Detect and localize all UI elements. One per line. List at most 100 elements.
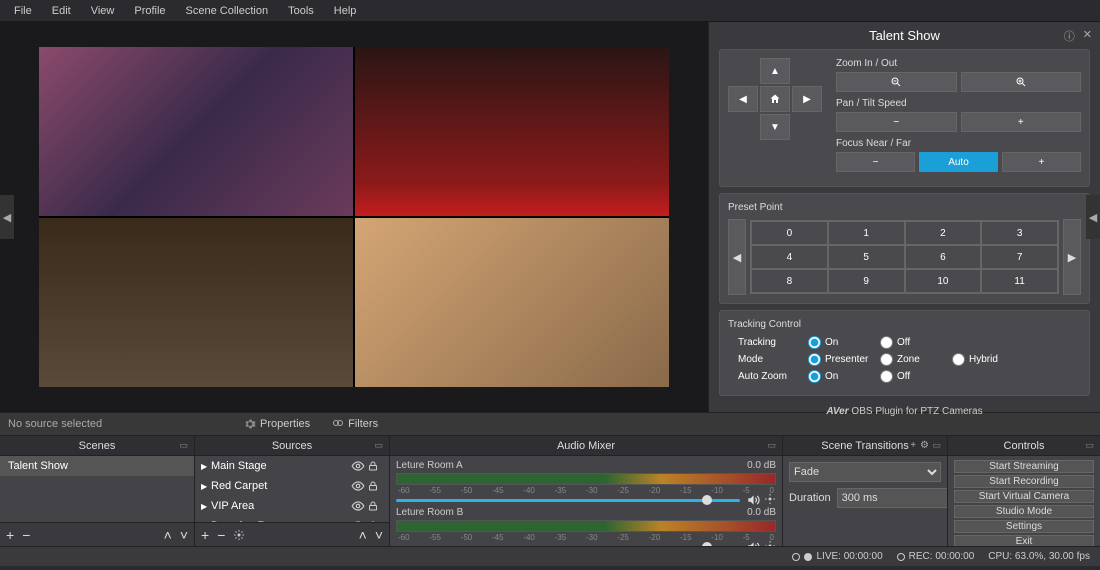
- menu-scene-collection[interactable]: Scene Collection: [178, 3, 277, 19]
- menu-help[interactable]: Help: [326, 3, 365, 19]
- zoom-out-button[interactable]: [836, 72, 957, 92]
- transition-select[interactable]: Fade: [789, 462, 941, 482]
- dpad-right-button[interactable]: ▶: [792, 86, 822, 112]
- menu-file[interactable]: File: [6, 3, 40, 19]
- dpad-up-button[interactable]: ▲: [760, 58, 790, 84]
- properties-button[interactable]: Properties: [238, 416, 316, 432]
- preset-2[interactable]: 2: [905, 221, 982, 245]
- source-up-button[interactable]: ˄: [359, 527, 367, 543]
- radio-autozoom-off[interactable]: Off: [880, 370, 952, 383]
- menu-profile[interactable]: Profile: [126, 3, 173, 19]
- expand-icon[interactable]: ▶: [201, 462, 211, 471]
- menu-edit[interactable]: Edit: [44, 3, 79, 19]
- lock-icon[interactable]: [367, 480, 383, 492]
- remove-scene-button[interactable]: −: [22, 527, 30, 543]
- dpad-down-button[interactable]: ▼: [760, 114, 790, 140]
- channel-settings-icon[interactable]: [764, 540, 776, 546]
- scene-item[interactable]: Talent Show: [0, 456, 194, 476]
- menu-tools[interactable]: Tools: [280, 3, 322, 19]
- preset-11[interactable]: 11: [981, 269, 1058, 293]
- dock-icon[interactable]: ▭: [374, 440, 383, 451]
- settings-button[interactable]: Settings: [954, 520, 1094, 533]
- radio-mode-presenter[interactable]: Presenter: [808, 353, 880, 366]
- transition-settings-button[interactable]: ⚙: [920, 440, 929, 451]
- add-source-button[interactable]: +: [201, 527, 209, 543]
- plugin-info-icon[interactable]: ⓘ: [1064, 28, 1075, 44]
- dock-icon[interactable]: ▭: [932, 440, 941, 451]
- source-item[interactable]: ▶VIP Area: [195, 496, 389, 516]
- preset-9[interactable]: 9: [828, 269, 905, 293]
- expand-icon[interactable]: ▶: [201, 502, 211, 511]
- expand-icon[interactable]: ▶: [201, 482, 211, 491]
- source-item[interactable]: ▶Main Stage: [195, 456, 389, 476]
- mixer-channel: Leture Room A0.0 dB-60-55-50-45-40-35-30…: [396, 460, 776, 505]
- vu-meter: [396, 520, 776, 532]
- speed-plus-button[interactable]: +: [961, 112, 1082, 132]
- dock-icon[interactable]: ▭: [179, 440, 188, 451]
- volume-slider[interactable]: [396, 546, 740, 547]
- sources-title: Sources: [272, 440, 312, 452]
- speaker-icon[interactable]: [746, 540, 760, 546]
- preset-1[interactable]: 1: [828, 221, 905, 245]
- filters-button[interactable]: Filters: [326, 416, 384, 432]
- speaker-icon[interactable]: [746, 493, 760, 507]
- ptz-controls-box: ▲ ◀ ▶ ▼ Zoom In / Out: [719, 49, 1090, 187]
- preset-6[interactable]: 6: [905, 245, 982, 269]
- source-name: Main Stage: [211, 460, 351, 472]
- preset-7[interactable]: 7: [981, 245, 1058, 269]
- plugin-close-icon[interactable]: ✕: [1083, 28, 1092, 44]
- scene-up-button[interactable]: ˄: [164, 527, 172, 543]
- zoom-in-button[interactable]: [961, 72, 1082, 92]
- menu-view[interactable]: View: [83, 3, 123, 19]
- tracking-label: Auto Zoom: [728, 371, 808, 382]
- dpad-left-button[interactable]: ◀: [728, 86, 758, 112]
- add-transition-button[interactable]: +: [910, 440, 916, 451]
- source-props-button[interactable]: [233, 529, 245, 541]
- duration-input[interactable]: [837, 488, 947, 508]
- scene-down-button[interactable]: ˅: [180, 527, 188, 543]
- preview-area: ◀: [0, 22, 708, 412]
- preset-5[interactable]: 5: [828, 245, 905, 269]
- preset-4[interactable]: 4: [751, 245, 828, 269]
- preset-8[interactable]: 8: [751, 269, 828, 293]
- dpad-home-button[interactable]: [760, 86, 790, 112]
- focus-minus-button[interactable]: −: [836, 152, 915, 172]
- focus-auto-button[interactable]: Auto: [919, 152, 998, 172]
- volume-slider[interactable]: [396, 499, 740, 502]
- start-recording-button[interactable]: Start Recording: [954, 475, 1094, 488]
- preset-0[interactable]: 0: [751, 221, 828, 245]
- channel-settings-icon[interactable]: [764, 493, 776, 507]
- visibility-icon[interactable]: [351, 479, 367, 493]
- radio-mode-zone[interactable]: Zone: [880, 353, 952, 366]
- radio-autozoom-on[interactable]: On: [808, 370, 880, 383]
- preview-quad-4: [355, 218, 669, 387]
- collapse-right-icon[interactable]: ◀: [1086, 195, 1100, 239]
- remove-source-button[interactable]: −: [217, 527, 225, 543]
- lock-icon[interactable]: [367, 500, 383, 512]
- preview-grid[interactable]: [39, 47, 669, 387]
- focus-plus-button[interactable]: +: [1002, 152, 1081, 172]
- studio-mode-button[interactable]: Studio Mode: [954, 505, 1094, 518]
- lock-icon[interactable]: [367, 460, 383, 472]
- radio-tracking-on[interactable]: On: [808, 336, 880, 349]
- collapse-left-icon[interactable]: ◀: [0, 195, 14, 239]
- exit-button[interactable]: Exit: [954, 535, 1094, 546]
- dock-icon[interactable]: ▭: [1085, 440, 1094, 451]
- preset-10[interactable]: 10: [905, 269, 982, 293]
- add-scene-button[interactable]: +: [6, 527, 14, 543]
- preset-3[interactable]: 3: [981, 221, 1058, 245]
- start-virtual-camera-button[interactable]: Start Virtual Camera: [954, 490, 1094, 503]
- visibility-icon[interactable]: [351, 499, 367, 513]
- dock-icon[interactable]: ▭: [767, 440, 776, 451]
- preset-next-button[interactable]: ▶: [1063, 219, 1081, 295]
- preset-prev-button[interactable]: ◀: [728, 219, 746, 295]
- radio-tracking-off[interactable]: Off: [880, 336, 952, 349]
- start-streaming-button[interactable]: Start Streaming: [954, 460, 1094, 473]
- radio-mode-hybrid[interactable]: Hybrid: [952, 353, 1024, 366]
- bottom-docks: Scenes▭ Talent Show + − ˄ ˅ Sources▭ ▶Ma…: [0, 436, 1100, 546]
- visibility-icon[interactable]: [351, 459, 367, 473]
- source-down-button[interactable]: ˅: [375, 527, 383, 543]
- speed-minus-button[interactable]: −: [836, 112, 957, 132]
- source-item[interactable]: ▶Red Carpet: [195, 476, 389, 496]
- tracking-label: Tracking: [728, 337, 808, 348]
